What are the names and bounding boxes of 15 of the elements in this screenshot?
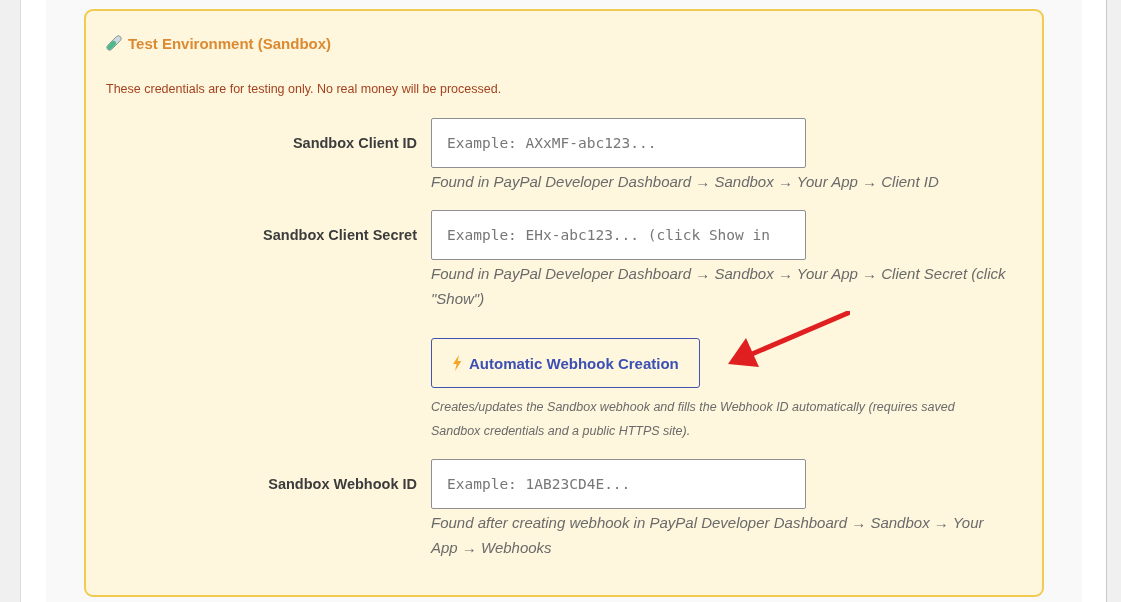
text-input-field[interactable]: Example: EHx-abc123... (click Show in — [431, 210, 806, 260]
field-label: Sandbox Webhook ID — [268, 475, 417, 494]
notice-text: These credentials are for testing only. No real money will be processed. — [106, 81, 503, 98]
text-input-field[interactable]: Example: AXxMF-abc123... — [431, 118, 806, 168]
section-title: Test Environment (Sandbox) — [128, 34, 332, 52]
field-label: Sandbox Client Secret — [263, 226, 417, 245]
help-text: Creates/updates the Sandbox webhook and fills the Webhook ID automatically (requires saved Sandbox credentials and a public HTTPS site). — [431, 399, 956, 440]
webhook-creation-button[interactable]: Automatic Webhook Creation — [431, 338, 700, 388]
help-text: Found after creating webhook in PayPal Developer Dashboard → Sandbox → Your App → Webhooks — [431, 513, 985, 558]
text-input-field[interactable]: Example: 1AB23CD4E... — [431, 459, 806, 509]
help-text: Found in PayPal Developer Dashboard → Sandbox → Your App → Client Secret (click "Show") — [431, 264, 1007, 309]
lightning-icon — [452, 355, 462, 371]
field-label: Sandbox Client ID — [292, 134, 417, 153]
test-tube-icon — [106, 35, 122, 51]
help-text: Found in PayPal Developer Dashboard → Sandbox → Your App → Client ID — [431, 172, 940, 192]
